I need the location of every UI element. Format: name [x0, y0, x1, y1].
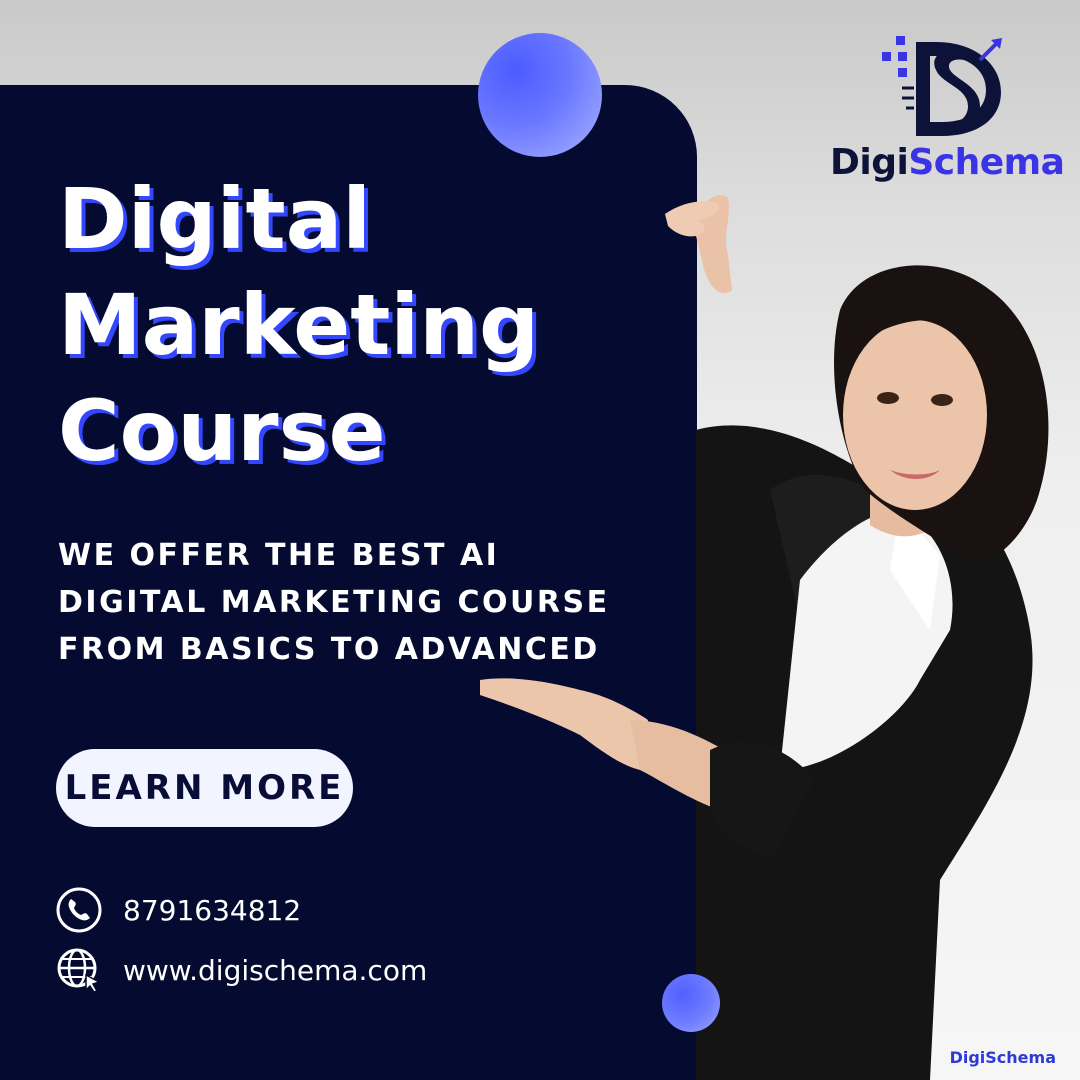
decorative-circle-top	[478, 33, 602, 157]
subtitle: WE OFFER THE BEST AI DIGITAL MARKETING C…	[58, 532, 698, 673]
brand-name: DigiSchema	[830, 142, 1070, 183]
brand-name-part1: Digi	[830, 142, 909, 183]
website-url[interactable]: www.digischema.com	[123, 954, 427, 987]
headline-line-3: Course	[58, 382, 386, 480]
phone-number[interactable]: 8791634812	[123, 894, 301, 927]
phone-row: 8791634812	[55, 886, 301, 934]
brand-name-part2: Schema	[908, 142, 1065, 183]
phone-icon	[56, 887, 102, 933]
subtitle-line-1: WE OFFER THE BEST AI	[58, 538, 500, 573]
subtitle-line-3: FROM BASICS TO ADVANCED	[58, 632, 600, 667]
headline-line-1: Digital	[58, 170, 372, 268]
headline-line-2: Marketing	[58, 276, 540, 374]
subtitle-line-2: DIGITAL MARKETING COURSE	[58, 585, 610, 620]
ad-canvas: Digital Marketing Course WE OFFER THE BE…	[0, 0, 1080, 1080]
digischema-logo-icon	[882, 36, 1002, 136]
globe-icon	[57, 948, 101, 993]
website-row: www.digischema.com	[55, 946, 427, 994]
footer-brand: DigiSchema	[949, 1048, 1056, 1067]
decorative-circle-bottom	[662, 974, 720, 1032]
headline: Digital Marketing Course	[58, 166, 678, 484]
learn-more-button[interactable]: LEARN MORE	[56, 749, 353, 827]
